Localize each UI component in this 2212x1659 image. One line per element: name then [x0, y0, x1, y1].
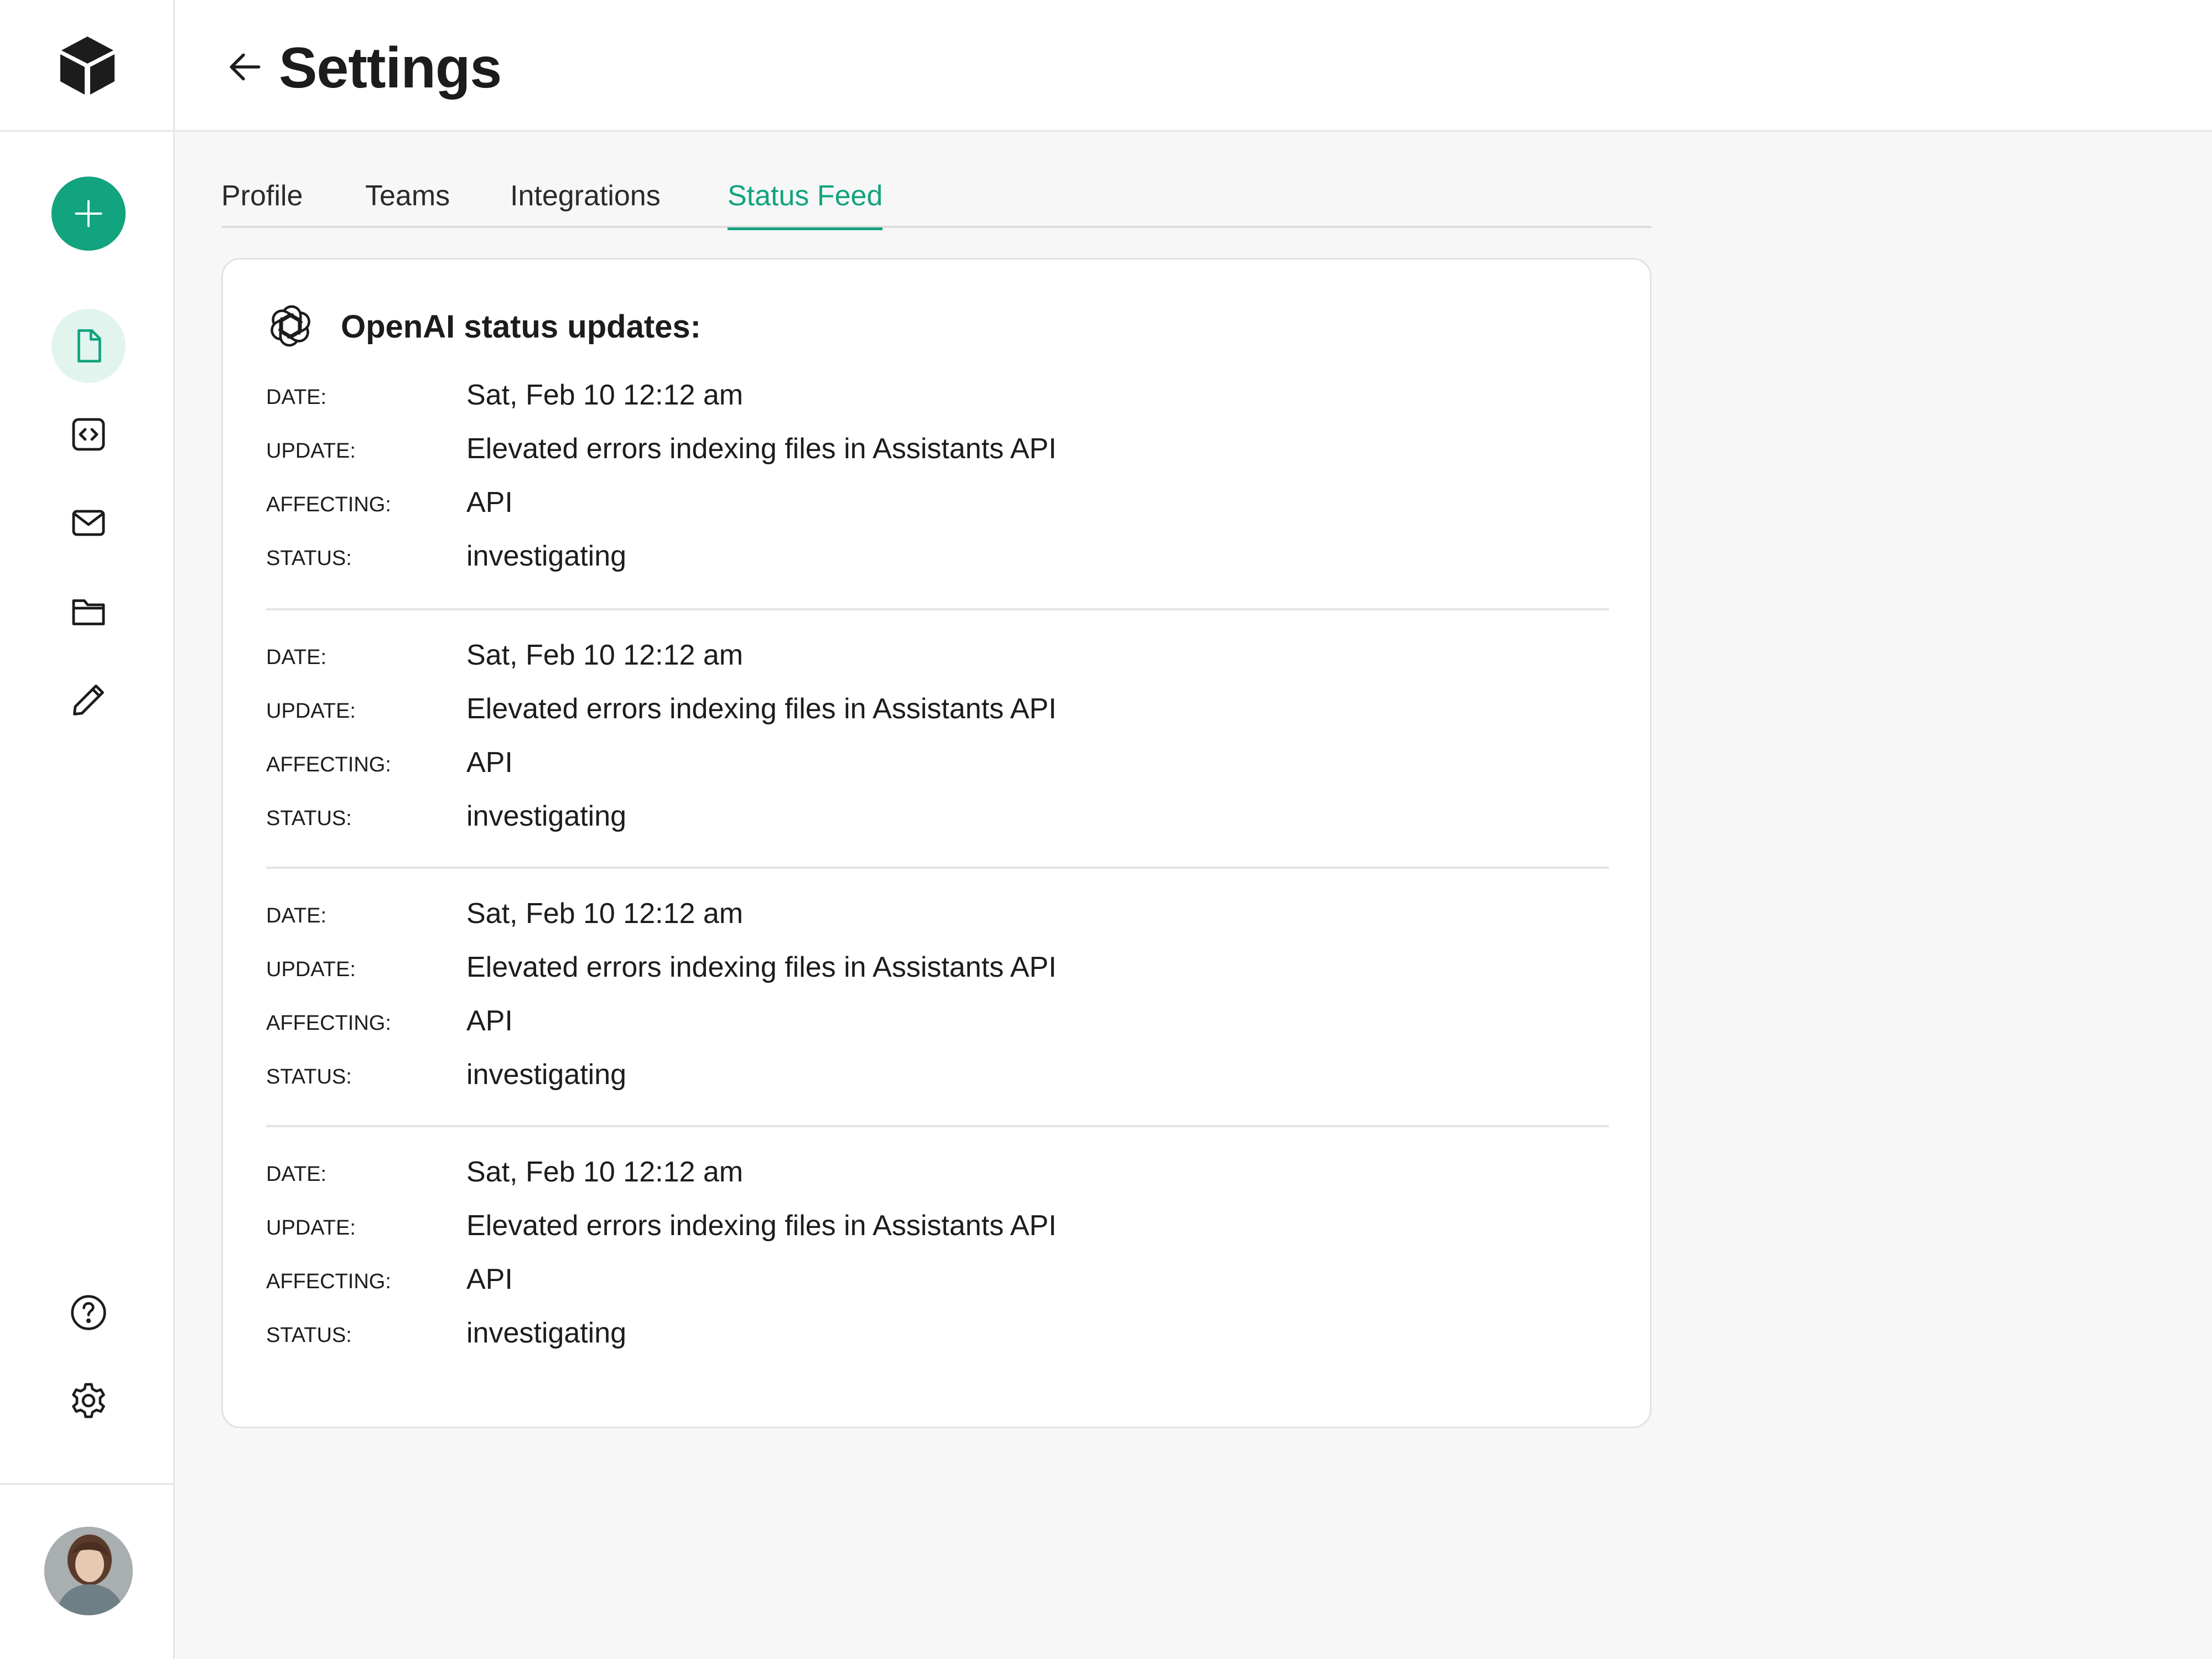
- affecting-label: AFFECTING:: [266, 753, 391, 776]
- openai-logo-icon: [267, 303, 314, 349]
- status-row: STATUS: investigating: [266, 1314, 1609, 1352]
- date-label: DATE:: [266, 386, 327, 409]
- mail-icon: [69, 503, 108, 543]
- status-label: STATUS:: [266, 1324, 352, 1347]
- status-entry: DATE: Sat, Feb 10 12:12 am UPDATE: Eleva…: [266, 376, 1609, 634]
- pencil-icon: [69, 680, 108, 720]
- plus-icon: [72, 197, 105, 230]
- affecting-value: API: [466, 486, 513, 519]
- update-value: Elevated errors indexing files in Assist…: [466, 433, 1057, 465]
- update-value: Elevated errors indexing files in Assist…: [466, 693, 1057, 725]
- tab-teams[interactable]: Teams: [365, 172, 450, 228]
- date-value: Sat, Feb 10 12:12 am: [466, 898, 744, 930]
- tab-status-feed[interactable]: Status Feed: [728, 172, 883, 230]
- update-row: UPDATE: Elevated errors indexing files i…: [266, 689, 1609, 728]
- status-entry: DATE: Sat, Feb 10 12:12 am UPDATE: Eleva…: [266, 867, 1609, 1127]
- folder-icon: [69, 592, 108, 631]
- update-value: Elevated errors indexing files in Assist…: [466, 1210, 1057, 1242]
- status-feed-card: OpenAI status updates: DATE: Sat, Feb 10…: [221, 258, 1652, 1428]
- affecting-row: AFFECTING: API: [266, 743, 1609, 782]
- update-label: UPDATE:: [266, 1216, 356, 1240]
- code-icon: [69, 414, 108, 454]
- nav-documents[interactable]: [51, 309, 126, 383]
- date-row: DATE: Sat, Feb 10 12:12 am: [266, 636, 1609, 675]
- update-label: UPDATE:: [266, 699, 356, 723]
- status-entry: DATE: Sat, Feb 10 12:12 am UPDATE: Eleva…: [266, 1125, 1609, 1386]
- affecting-value: API: [466, 1263, 513, 1295]
- nav-code[interactable]: [51, 397, 126, 471]
- user-avatar[interactable]: [44, 1527, 133, 1615]
- affecting-row: AFFECTING: API: [266, 1002, 1609, 1040]
- affecting-row: AFFECTING: API: [266, 483, 1609, 522]
- tab-profile[interactable]: Profile: [221, 172, 303, 228]
- date-value: Sat, Feb 10 12:12 am: [466, 379, 744, 411]
- status-value: investigating: [466, 1059, 627, 1091]
- sidebar: [0, 0, 175, 1659]
- status-row: STATUS: investigating: [266, 537, 1609, 576]
- update-label: UPDATE:: [266, 958, 356, 981]
- help-icon: [68, 1292, 109, 1333]
- update-row: UPDATE: Elevated errors indexing files i…: [266, 429, 1609, 468]
- page-title: Settings: [279, 36, 502, 100]
- page-header: Settings: [175, 0, 2212, 132]
- affecting-value: API: [466, 1005, 513, 1037]
- status-value: investigating: [466, 1317, 627, 1349]
- status-label: STATUS:: [266, 547, 352, 570]
- settings-button[interactable]: [51, 1364, 126, 1438]
- status-row: STATUS: investigating: [266, 797, 1609, 836]
- update-label: UPDATE:: [266, 439, 356, 463]
- logo[interactable]: [0, 0, 175, 132]
- settings-tabs: Profile Teams Integrations Status Feed: [221, 172, 1652, 230]
- date-row: DATE: Sat, Feb 10 12:12 am: [266, 376, 1609, 414]
- status-row: STATUS: investigating: [266, 1055, 1609, 1094]
- tab-integrations[interactable]: Integrations: [510, 172, 661, 228]
- affecting-value: API: [466, 746, 513, 779]
- nav-edit[interactable]: [51, 663, 126, 737]
- document-icon: [69, 326, 108, 365]
- date-label: DATE:: [266, 904, 327, 927]
- update-row: UPDATE: Elevated errors indexing files i…: [266, 1206, 1609, 1245]
- avatar-area: [0, 1483, 175, 1659]
- cube-icon: [54, 32, 121, 98]
- date-row: DATE: Sat, Feb 10 12:12 am: [266, 894, 1609, 933]
- affecting-label: AFFECTING:: [266, 1012, 391, 1035]
- date-label: DATE:: [266, 1163, 327, 1186]
- help-button[interactable]: [51, 1276, 126, 1350]
- status-value: investigating: [466, 540, 627, 572]
- nav-folder[interactable]: [51, 574, 126, 649]
- new-button[interactable]: [51, 177, 126, 251]
- card-title: OpenAI status updates:: [341, 309, 701, 345]
- affecting-label: AFFECTING:: [266, 493, 391, 516]
- status-label: STATUS:: [266, 807, 352, 830]
- update-row: UPDATE: Elevated errors indexing files i…: [266, 948, 1609, 987]
- back-arrow-icon[interactable]: [225, 46, 266, 87]
- update-value: Elevated errors indexing files in Assist…: [466, 951, 1057, 983]
- date-value: Sat, Feb 10 12:12 am: [466, 639, 744, 671]
- nav-mail[interactable]: [51, 486, 126, 560]
- date-label: DATE:: [266, 646, 327, 669]
- gear-icon: [68, 1380, 109, 1421]
- status-value: investigating: [466, 800, 627, 832]
- affecting-row: AFFECTING: API: [266, 1260, 1609, 1299]
- date-row: DATE: Sat, Feb 10 12:12 am: [266, 1153, 1609, 1191]
- date-value: Sat, Feb 10 12:12 am: [466, 1156, 744, 1188]
- status-label: STATUS:: [266, 1065, 352, 1088]
- affecting-label: AFFECTING:: [266, 1270, 391, 1293]
- status-entry: DATE: Sat, Feb 10 12:12 am UPDATE: Eleva…: [266, 608, 1609, 869]
